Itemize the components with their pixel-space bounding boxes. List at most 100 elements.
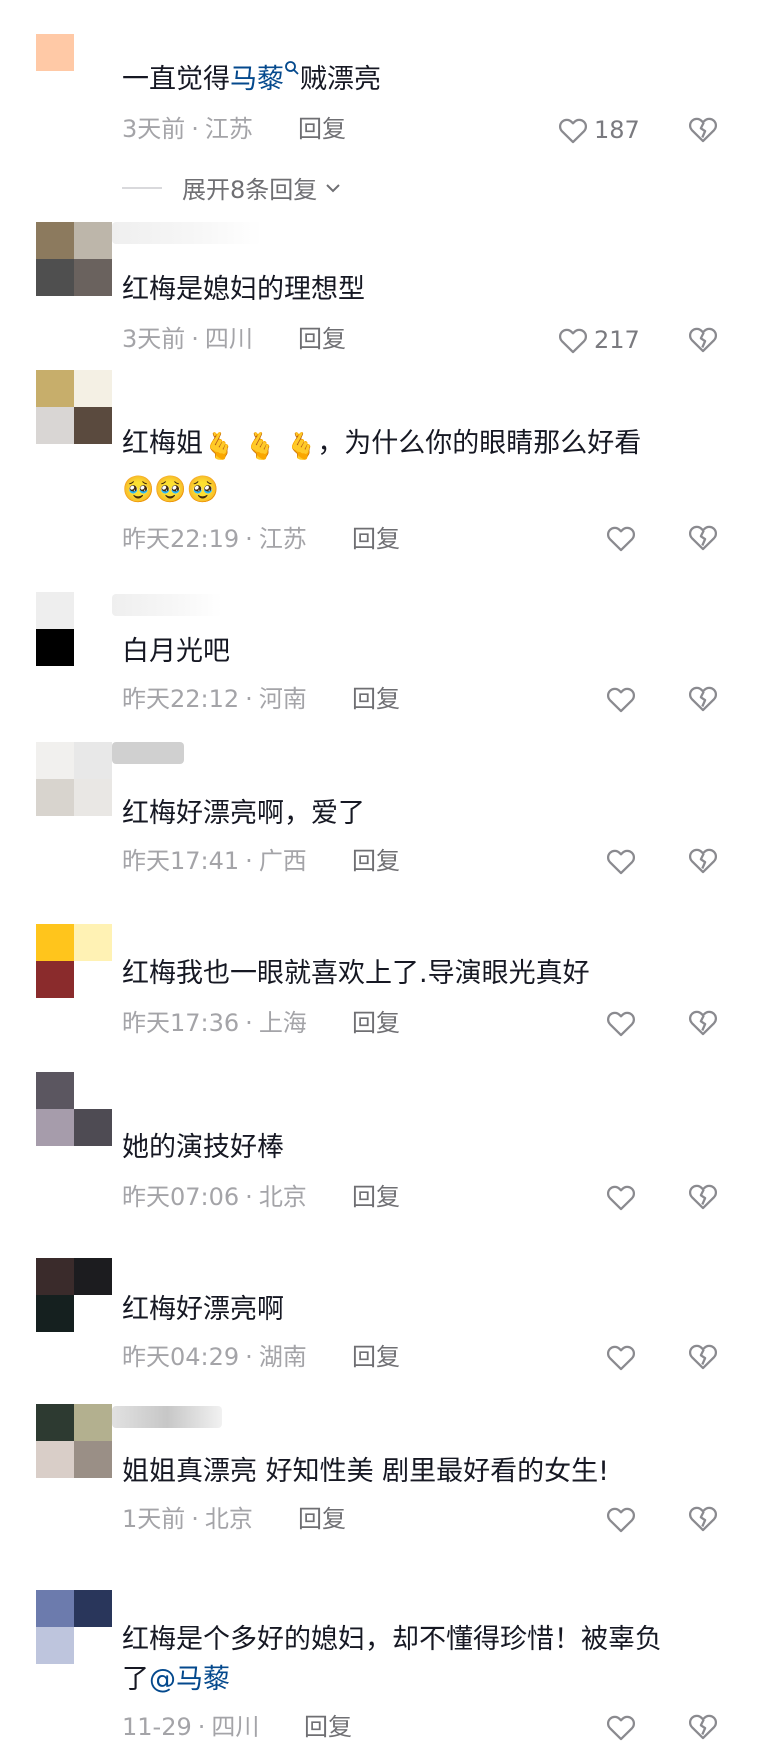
- avatar-pixel: [36, 629, 74, 666]
- heart-outline-icon: [559, 118, 587, 144]
- comment-text-part: ，为什么你的眼睛那么好看: [317, 428, 642, 459]
- comment-text-part: 贼漂亮: [300, 64, 381, 95]
- like-button[interactable]: 217: [556, 320, 656, 360]
- avatar-pixel: [74, 1590, 112, 1627]
- comment-meta: 1天前 · 北京: [122, 1504, 253, 1534]
- comment-text-part: 一直觉得: [122, 64, 230, 95]
- like-button[interactable]: 187: [556, 110, 656, 150]
- reply-button[interactable]: 回复: [352, 1182, 400, 1212]
- broken-heart-icon[interactable]: [686, 1005, 720, 1039]
- finger-heart-emoji: 🫰: [203, 432, 236, 462]
- username-blurred[interactable]: [112, 742, 184, 764]
- avatar-pixel: [74, 592, 112, 629]
- avatar[interactable]: [36, 34, 112, 108]
- reply-button[interactable]: 回复: [352, 846, 400, 876]
- avatar[interactable]: [36, 1072, 112, 1146]
- search-icon: [285, 61, 299, 75]
- comment-time: 昨天17:41: [122, 847, 240, 875]
- keyword-label: 马藜: [230, 64, 284, 95]
- avatar-pixel: [74, 71, 112, 108]
- avatar[interactable]: [36, 222, 112, 296]
- separator: ·: [191, 115, 199, 143]
- comment-time: 3天前: [122, 325, 186, 353]
- comment-time: 昨天07:06: [122, 1183, 240, 1211]
- broken-heart-icon[interactable]: [686, 1179, 720, 1213]
- comment-location: 上海: [258, 1009, 307, 1037]
- broken-heart-icon[interactable]: [686, 843, 720, 877]
- comment-text: 红梅我也一眼就喜欢上了.导演眼光真好: [122, 958, 590, 989]
- avatar-pixel: [74, 34, 112, 71]
- avatar[interactable]: [36, 1258, 112, 1332]
- top-edge: [0, 0, 760, 14]
- username-blurred[interactable]: [112, 222, 262, 244]
- avatar[interactable]: [36, 370, 112, 444]
- divider: [122, 186, 162, 189]
- avatar-pixel: [74, 259, 112, 296]
- broken-heart-icon[interactable]: [686, 1709, 720, 1743]
- avatar-pixel: [36, 924, 74, 961]
- comment-meta: 昨天04:29 · 湖南: [122, 1342, 307, 1372]
- comment-meta: 昨天17:36 · 上海: [122, 1008, 307, 1038]
- username-blurred[interactable]: [112, 594, 222, 616]
- search-keyword-link[interactable]: 马藜: [230, 61, 300, 95]
- comment-time: 3天前: [122, 115, 186, 143]
- separator: ·: [245, 847, 253, 875]
- comment-text: 红梅姐🫰 🫰 🫰，为什么你的眼睛那么好看 🥹🥹🥹: [122, 424, 720, 510]
- heart-outline-icon: [607, 1011, 635, 1037]
- avatar-pixel: [36, 1404, 74, 1441]
- avatar-pixel: [36, 592, 74, 629]
- comment-location: 河南: [258, 685, 307, 713]
- broken-heart-icon[interactable]: [686, 112, 720, 146]
- broken-heart-icon[interactable]: [686, 1501, 720, 1535]
- avatar[interactable]: [36, 924, 112, 998]
- avatar-pixel: [36, 1441, 74, 1478]
- broken-heart-icon[interactable]: [686, 520, 720, 554]
- reply-button[interactable]: 回复: [352, 524, 400, 554]
- heart-outline-icon: [607, 1507, 635, 1533]
- avatar-pixel: [74, 1109, 112, 1146]
- username-blurred[interactable]: [112, 1406, 222, 1428]
- reply-button[interactable]: 回复: [298, 1504, 346, 1534]
- avatar-pixel: [36, 222, 74, 259]
- avatar-pixel: [36, 961, 74, 998]
- reply-button[interactable]: 回复: [352, 1008, 400, 1038]
- comment-text-part: 了: [122, 1664, 149, 1695]
- reply-button[interactable]: 回复: [352, 1342, 400, 1372]
- heart-outline-icon: [607, 1345, 635, 1371]
- comment-time: 1天前: [122, 1505, 186, 1533]
- avatar[interactable]: [36, 742, 112, 816]
- separator: ·: [191, 1505, 199, 1533]
- comment-meta: 昨天17:41 · 广西: [122, 846, 307, 876]
- reply-button[interactable]: 回复: [352, 684, 400, 714]
- heart-outline-icon: [607, 1185, 635, 1211]
- comment-text: 红梅是个多好的媳妇，却不懂得珍惜！被辜负 了@马藜: [122, 1620, 720, 1700]
- separator: ·: [245, 1009, 253, 1037]
- broken-heart-icon[interactable]: [686, 322, 720, 356]
- avatar-pixel: [74, 1404, 112, 1441]
- avatar[interactable]: [36, 592, 112, 666]
- mention-link[interactable]: @马藜: [149, 1664, 230, 1695]
- comment-meta: 11-29 · 四川: [122, 1712, 259, 1742]
- separator: ·: [197, 1713, 206, 1741]
- broken-heart-icon[interactable]: [686, 681, 720, 715]
- avatar-pixel: [36, 407, 74, 444]
- reply-button[interactable]: 回复: [298, 324, 346, 354]
- reply-button[interactable]: 回复: [298, 114, 346, 144]
- heart-outline-icon: [559, 328, 587, 354]
- heart-outline-icon: [607, 526, 635, 552]
- reply-button[interactable]: 回复: [304, 1712, 352, 1742]
- heart-outline-icon: [607, 849, 635, 875]
- avatar[interactable]: [36, 1404, 112, 1478]
- comment-location: 湖南: [258, 1343, 307, 1371]
- comment-text: 一直觉得马藜 贼漂亮: [122, 60, 720, 100]
- comment-location: 广西: [258, 847, 307, 875]
- broken-heart-icon[interactable]: [686, 1339, 720, 1373]
- avatar-pixel: [74, 961, 112, 998]
- comment-time: 昨天22:19: [122, 525, 240, 553]
- separator: ·: [191, 325, 199, 353]
- avatar-pixel: [74, 1627, 112, 1664]
- pleading-face-emoji: 🥹: [154, 475, 187, 505]
- avatar[interactable]: [36, 1590, 112, 1664]
- expand-replies-button[interactable]: 展开8条回复: [122, 170, 343, 205]
- avatar-pixel: [36, 34, 74, 71]
